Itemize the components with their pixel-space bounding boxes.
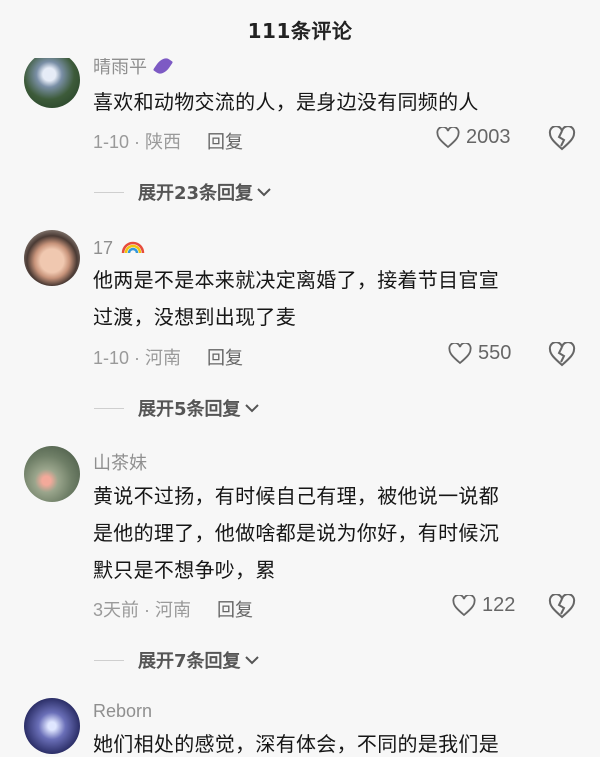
expand-replies-label: 展开7条回复 bbox=[138, 651, 241, 672]
username[interactable]: 晴雨平 bbox=[93, 57, 147, 77]
comment-meta: 3天前 · 河南 回复 bbox=[93, 596, 253, 622]
chevron-down-icon bbox=[257, 188, 271, 197]
username[interactable]: Reborn bbox=[93, 701, 152, 722]
avatar[interactable] bbox=[24, 698, 80, 754]
broken-heart-icon[interactable] bbox=[548, 342, 576, 368]
date-location: 1-10 · 河南 bbox=[93, 348, 182, 368]
leaf-badge-icon bbox=[152, 55, 174, 77]
expand-replies-label: 展开23条回复 bbox=[138, 183, 254, 204]
like-count: 2003 bbox=[466, 126, 511, 148]
comment-line: 是他的理了，他做啥都是说为你好，有时候沉 bbox=[93, 521, 499, 545]
heart-outline-icon bbox=[452, 594, 476, 616]
username[interactable]: 山茶妹 bbox=[93, 449, 147, 475]
expand-replies-button[interactable]: 展开23条回复 bbox=[94, 179, 272, 205]
comment-line: 过渡，没想到出现了麦 bbox=[93, 305, 296, 329]
like-button[interactable]: 550 bbox=[448, 342, 511, 365]
username[interactable]: 17 bbox=[93, 238, 113, 258]
reply-button[interactable]: 回复 bbox=[217, 596, 253, 622]
like-count: 550 bbox=[478, 342, 512, 364]
like-button[interactable]: 122 bbox=[452, 594, 515, 617]
date-location: 3天前 · 河南 bbox=[93, 600, 192, 620]
expand-replies-button[interactable]: 展开5条回复 bbox=[94, 395, 260, 421]
comment-text: 黄说不过扬，有时候自己有理，被他说一说都 是他的理了，他做啥都是说为你好，有时候… bbox=[93, 478, 573, 589]
comment-meta: 1-10 · 河南 回复 bbox=[93, 344, 243, 370]
comment-count-title: 111条评论 bbox=[247, 18, 353, 43]
divider bbox=[94, 659, 124, 661]
avatar[interactable] bbox=[24, 230, 80, 286]
expand-replies-button[interactable]: 展开7条回复 bbox=[94, 647, 260, 673]
chevron-down-icon bbox=[244, 404, 259, 413]
like-count: 122 bbox=[482, 594, 516, 616]
comment-meta: 1-10 · 陕西 回复 bbox=[93, 128, 243, 154]
comment-text: 她们相处的感觉，深有体会，不同的是我们是 bbox=[93, 732, 499, 756]
avatar[interactable] bbox=[24, 446, 80, 502]
avatar[interactable] bbox=[24, 52, 80, 108]
expand-replies-label: 展开5条回复 bbox=[138, 399, 241, 420]
heart-outline-icon bbox=[436, 126, 460, 148]
broken-heart-icon[interactable] bbox=[548, 594, 576, 620]
heart-outline-icon bbox=[448, 342, 472, 364]
comment-line: 黄说不过扬，有时候自己有理，被他说一说都 bbox=[93, 484, 499, 508]
divider bbox=[94, 191, 124, 193]
reply-button[interactable]: 回复 bbox=[207, 128, 243, 154]
comments-header: 111条评论 bbox=[0, 0, 600, 58]
comment-line: 他两是不是本来就决定离婚了，接着节目官宣 bbox=[93, 268, 499, 292]
broken-heart-icon[interactable] bbox=[548, 126, 576, 152]
reply-button[interactable]: 回复 bbox=[207, 344, 243, 370]
like-button[interactable]: 2003 bbox=[436, 126, 511, 149]
comment-line: 喜欢和动物交流的人，是身边没有同频的人 bbox=[93, 90, 479, 114]
comment-text: 喜欢和动物交流的人，是身边没有同频的人 bbox=[93, 84, 573, 121]
divider bbox=[94, 407, 124, 409]
chevron-down-icon bbox=[244, 656, 259, 665]
comment-text: 他两是不是本来就决定离婚了，接着节目官宣 过渡，没想到出现了麦 bbox=[93, 262, 573, 336]
date-location: 1-10 · 陕西 bbox=[93, 132, 182, 152]
rainbow-icon bbox=[121, 241, 145, 254]
comment-line: 默只是不想争吵，累 bbox=[93, 558, 276, 582]
